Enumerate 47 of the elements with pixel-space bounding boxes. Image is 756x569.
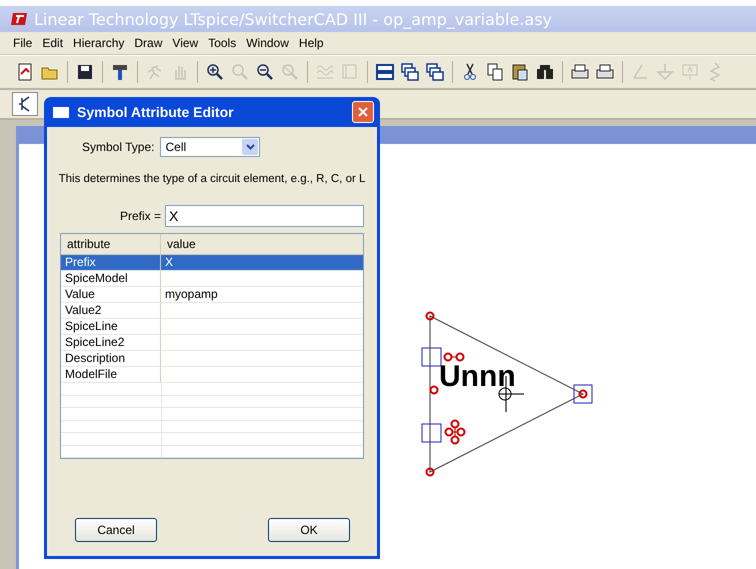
tile-windows-icon[interactable] <box>374 61 396 83</box>
attribute-cell: Value <box>61 287 161 302</box>
attribute-cell: SpiceLine <box>61 319 161 334</box>
chevron-down-icon <box>246 144 255 150</box>
app-logo-icon <box>10 12 28 26</box>
menu-item[interactable]: Edit <box>37 34 68 52</box>
value-cell-text: X <box>164 255 174 270</box>
attribute-cell: ModelFile <box>61 367 161 382</box>
table-row[interactable]: ModelFile <box>61 367 363 383</box>
close-button[interactable] <box>352 101 374 123</box>
symbol-label: Unnn <box>439 362 516 392</box>
attribute-cell: Value2 <box>61 303 161 318</box>
cascade-windows-icon[interactable] <box>424 61 446 83</box>
table-row[interactable]: SpiceLine <box>61 319 363 335</box>
menu-item[interactable]: Draw <box>129 34 168 52</box>
menu-item[interactable]: Window <box>241 34 294 52</box>
column-header[interactable]: attribute <box>61 234 161 254</box>
value-cell-text: myopamp <box>164 287 219 302</box>
attribute-cell: SpiceModel <box>61 271 161 286</box>
menu-item[interactable]: View <box>167 34 204 52</box>
table-row[interactable]: Value myopamp <box>61 287 363 303</box>
description-text: This determines the type of a circuit element, e.g., R, C, or L <box>58 172 366 187</box>
table-row[interactable]: Value2 <box>61 303 363 319</box>
attribute-cell: Description <box>61 351 161 366</box>
menu-item[interactable]: Tools <box>203 34 242 52</box>
dialog-title: Symbol Attribute Editor <box>77 104 235 120</box>
table-row[interactable]: Description <box>61 351 363 367</box>
window-icon <box>53 106 69 118</box>
symbol-type-label: Symbol Type: <box>82 140 154 154</box>
transistor-icon[interactable] <box>12 92 38 116</box>
menu-item[interactable]: File <box>8 34 38 52</box>
window-title: Linear Technology LTspice/SwitcherCAD III - op_amp_variable.asy <box>34 10 552 28</box>
close-icon <box>357 106 369 118</box>
symbol-type-dropdown[interactable]: Cell <box>160 137 260 157</box>
menu-item[interactable]: Hierarchy <box>68 34 130 52</box>
dialog-button[interactable]: Cancel <box>75 518 157 542</box>
attribute-cell: Prefix <box>61 255 161 270</box>
prefix-label: Prefix = <box>120 209 162 223</box>
prefix-field[interactable]: X <box>165 205 364 227</box>
table-row[interactable]: Prefix X <box>61 255 363 271</box>
dialog-button[interactable]: OK <box>268 518 350 542</box>
column-header[interactable]: value <box>161 234 363 254</box>
table-row[interactable]: SpiceLine2 <box>61 335 363 351</box>
menu-item[interactable]: Help <box>294 34 329 52</box>
table-row[interactable]: SpiceModel <box>61 271 363 287</box>
cascade-windows-icon[interactable] <box>399 61 421 83</box>
attribute-cell: SpiceLine2 <box>61 335 161 350</box>
